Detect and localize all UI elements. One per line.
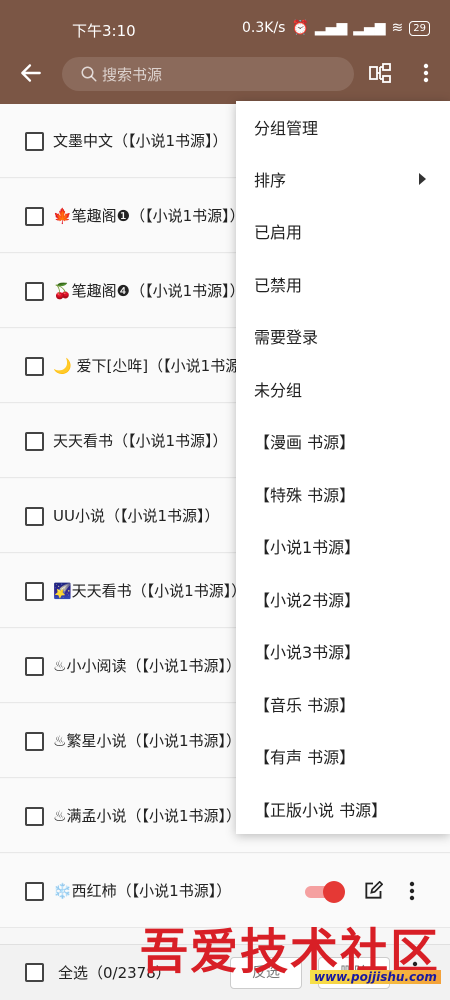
menu-item-label: 已启用 bbox=[254, 223, 303, 242]
menu-item-label: 需要登录 bbox=[254, 328, 319, 347]
menu-item-group-manage[interactable]: 分组管理 bbox=[236, 101, 450, 153]
source-label: 🌠天天看书（【小说1书源】） bbox=[53, 582, 247, 600]
menu-item-novel3[interactable]: 【小说3书源】 bbox=[236, 625, 450, 677]
row-checkbox[interactable] bbox=[25, 132, 44, 151]
source-label: ❄️西红柿（【小说1书源】） bbox=[53, 882, 232, 900]
source-label: 🍁笔趣阁❶（【小说1书源】） bbox=[53, 207, 245, 225]
menu-item-label: 【小说2书源】 bbox=[254, 591, 361, 610]
row-checkbox[interactable] bbox=[25, 807, 44, 826]
group-filter-icon[interactable] bbox=[368, 61, 392, 85]
menu-item-licensed-novel[interactable]: 【正版小说 书源】 bbox=[236, 783, 450, 835]
wifi-icon: ≋ bbox=[391, 20, 404, 36]
menu-item-label: 【小说1书源】 bbox=[254, 538, 361, 557]
back-arrow-icon[interactable] bbox=[18, 60, 44, 86]
status-icons: 0.3K/s ⏰ ▂▄▆ ▂▄▆ ≋ 29 bbox=[242, 20, 430, 36]
watermark: 吾爱技术社区 www.pojjishu.com bbox=[140, 912, 441, 992]
search-icon bbox=[81, 66, 97, 82]
menu-item-label: 已禁用 bbox=[254, 276, 303, 295]
enable-toggle[interactable] bbox=[305, 881, 345, 903]
network-speed: 0.3K/s bbox=[242, 20, 286, 36]
menu-item-disabled[interactable]: 已禁用 bbox=[236, 258, 450, 310]
menu-item-ungrouped[interactable]: 未分组 bbox=[236, 363, 450, 415]
row-more-icon[interactable] bbox=[405, 880, 419, 902]
group-dropdown-menu: 分组管理 排序 已启用 已禁用 需要登录 未分组 【漫画 书源】 【特殊 书源】… bbox=[236, 101, 450, 834]
menu-item-label: 排序 bbox=[254, 171, 287, 190]
alarm-icon: ⏰ bbox=[291, 20, 309, 36]
source-label: 天天看书（【小说1书源】） bbox=[53, 432, 228, 450]
source-label: 🌙 爱下[尐哖]（【小说1书源】） bbox=[53, 357, 263, 375]
source-label: 🍒笔趣阁❹（【小说1书源】） bbox=[53, 282, 245, 300]
menu-item-label: 【有声 书源】 bbox=[254, 748, 356, 767]
row-checkbox[interactable] bbox=[25, 207, 44, 226]
menu-item-novel1[interactable]: 【小说1书源】 bbox=[236, 520, 450, 572]
menu-item-label: 【特殊 书源】 bbox=[254, 486, 356, 505]
menu-item-label: 未分组 bbox=[254, 381, 303, 400]
submenu-arrow-icon bbox=[419, 173, 426, 185]
app-bar: 下午3:10 0.3K/s ⏰ ▂▄▆ ▂▄▆ ≋ 29 搜索书源 bbox=[0, 0, 450, 104]
menu-item-novel2[interactable]: 【小说2书源】 bbox=[236, 573, 450, 625]
menu-item-label: 【音乐 书源】 bbox=[254, 696, 356, 715]
watermark-url: www.pojjishu.com bbox=[310, 970, 441, 984]
source-label: ♨满孟小说（【小说1书源】） bbox=[53, 807, 241, 825]
menu-item-label: 分组管理 bbox=[254, 119, 319, 138]
row-checkbox[interactable] bbox=[25, 507, 44, 526]
row-checkbox[interactable] bbox=[25, 732, 44, 751]
menu-item-sort[interactable]: 排序 bbox=[236, 153, 450, 205]
menu-item-audio[interactable]: 【有声 书源】 bbox=[236, 730, 450, 782]
search-placeholder: 搜索书源 bbox=[102, 66, 163, 84]
row-checkbox[interactable] bbox=[25, 582, 44, 601]
row-checkbox[interactable] bbox=[25, 357, 44, 376]
search-input[interactable]: 搜索书源 bbox=[62, 57, 354, 91]
row-checkbox[interactable] bbox=[25, 432, 44, 451]
edit-icon[interactable] bbox=[363, 881, 383, 901]
signal-icon-2: ▂▄▆ bbox=[353, 20, 386, 36]
row-checkbox[interactable] bbox=[25, 882, 44, 901]
source-label: ♨繁星小说（【小说1书源】） bbox=[53, 732, 241, 750]
toggle-knob bbox=[323, 881, 345, 903]
status-time: 下午3:10 bbox=[72, 22, 136, 40]
battery-icon: 29 bbox=[409, 20, 430, 36]
source-label: UU小说（【小说1书源】） bbox=[53, 507, 220, 525]
row-checkbox[interactable] bbox=[25, 282, 44, 301]
menu-item-comic[interactable]: 【漫画 书源】 bbox=[236, 415, 450, 467]
source-label: ♨小小阅读（【小说1书源】） bbox=[53, 657, 241, 675]
menu-item-special[interactable]: 【特殊 书源】 bbox=[236, 468, 450, 520]
source-label: 文墨中文（【小说1书源】） bbox=[53, 132, 228, 150]
menu-item-music[interactable]: 【音乐 书源】 bbox=[236, 678, 450, 730]
more-vert-icon[interactable] bbox=[416, 61, 436, 85]
row-checkbox[interactable] bbox=[25, 657, 44, 676]
menu-item-label: 【正版小说 书源】 bbox=[254, 801, 388, 820]
select-all-checkbox[interactable] bbox=[25, 963, 44, 982]
status-bar: 下午3:10 0.3K/s ⏰ ▂▄▆ ▂▄▆ ≋ 29 bbox=[0, 0, 450, 60]
menu-item-label: 【漫画 书源】 bbox=[254, 433, 356, 452]
menu-item-need-login[interactable]: 需要登录 bbox=[236, 310, 450, 362]
menu-item-enabled[interactable]: 已启用 bbox=[236, 205, 450, 257]
menu-item-label: 【小说3书源】 bbox=[254, 643, 361, 662]
signal-icon: ▂▄▆ bbox=[314, 20, 348, 36]
